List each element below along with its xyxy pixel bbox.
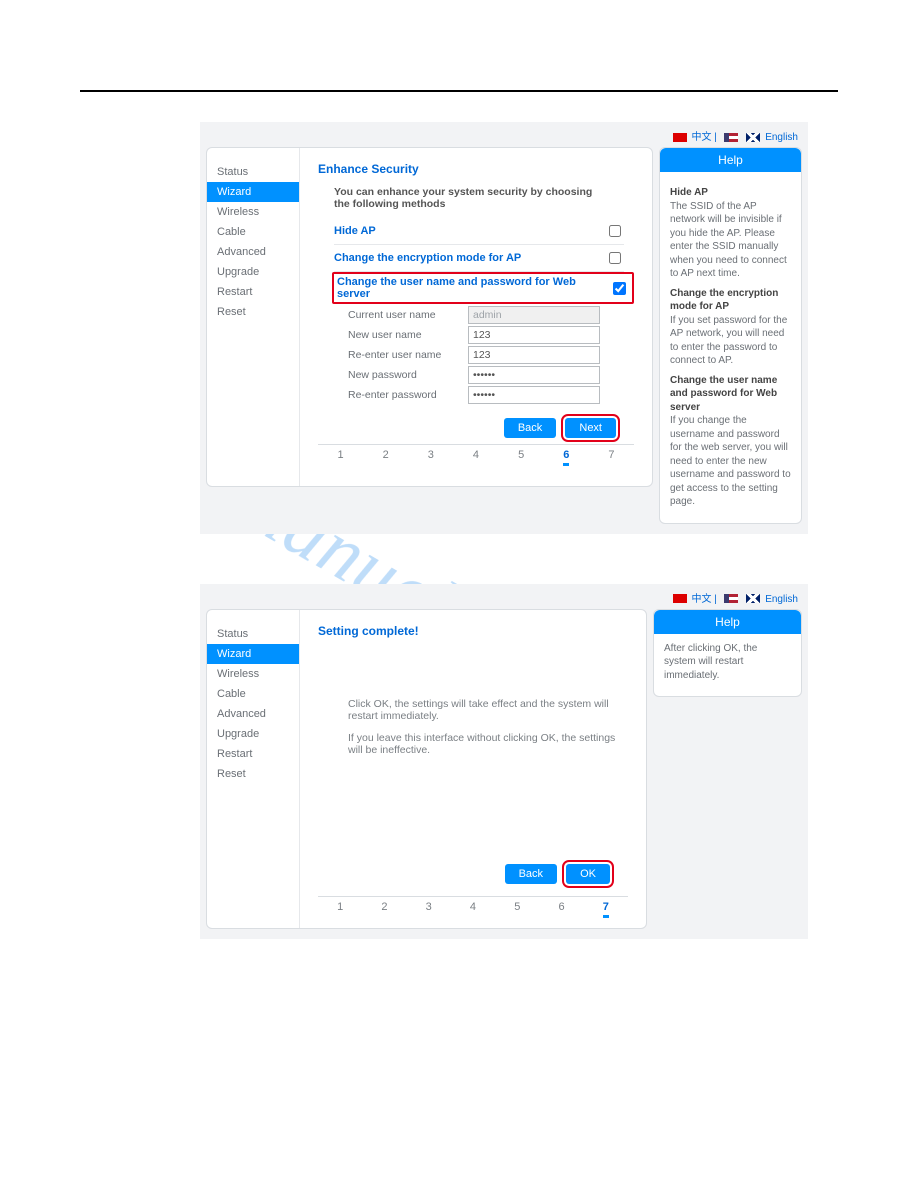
sidebar-item-cable[interactable]: Cable: [207, 684, 299, 704]
new-username-input[interactable]: [468, 326, 600, 344]
step-3[interactable]: 3: [428, 449, 434, 466]
reenter-username-input[interactable]: [468, 346, 600, 364]
flag-uk-icon: [746, 594, 760, 603]
step-7[interactable]: 7: [608, 449, 614, 466]
lang-sep: |: [714, 594, 719, 605]
sidebar-item-upgrade[interactable]: Upgrade: [207, 262, 299, 282]
section-webserver-credentials[interactable]: Change the user name and password for We…: [332, 272, 634, 304]
flag-us-icon: [724, 133, 738, 142]
screenshot-step7: 中文 | English Status Wizard Wireless Cabl…: [200, 584, 808, 939]
language-bar: 中文 | English: [206, 126, 802, 147]
current-username-label: Current user name: [348, 309, 468, 321]
sidebar-item-restart[interactable]: Restart: [207, 282, 299, 302]
step-4[interactable]: 4: [470, 901, 476, 918]
lang-cn-link[interactable]: 中文: [691, 594, 711, 605]
sidebar-item-cable[interactable]: Cable: [207, 222, 299, 242]
flag-us-icon: [724, 594, 738, 603]
step-4[interactable]: 4: [473, 449, 479, 466]
section-webserver-label: Change the user name and password for We…: [337, 276, 609, 300]
help-p3: If you change the username and password …: [670, 415, 791, 507]
step-3[interactable]: 3: [426, 901, 432, 918]
help-p1: After clicking OK, the system will resta…: [664, 643, 757, 681]
section-hide-ap[interactable]: Hide AP: [334, 218, 624, 245]
lang-sep: |: [714, 132, 719, 143]
help-header: Help: [654, 610, 801, 634]
hide-ap-checkbox[interactable]: [609, 225, 621, 237]
reenter-username-label: Re-enter user name: [348, 349, 468, 361]
section-encryption-label: Change the encryption mode for AP: [334, 252, 521, 264]
step-1[interactable]: 1: [338, 449, 344, 466]
complete-msg2: If you leave this interface without clic…: [348, 732, 628, 756]
lang-en-link[interactable]: English: [765, 132, 798, 143]
sidebar-item-wizard[interactable]: Wizard: [207, 644, 299, 664]
lang-en-link[interactable]: English: [765, 594, 798, 605]
step-2[interactable]: 2: [383, 449, 389, 466]
sidebar-item-status[interactable]: Status: [207, 162, 299, 182]
new-username-label: New user name: [348, 329, 468, 341]
help-h1: Hide AP: [670, 186, 791, 200]
step-1[interactable]: 1: [337, 901, 343, 918]
step-6[interactable]: 6: [563, 449, 569, 466]
step-5[interactable]: 5: [514, 901, 520, 918]
new-password-input[interactable]: [468, 366, 600, 384]
step-7[interactable]: 7: [603, 901, 609, 918]
sidebar-item-restart[interactable]: Restart: [207, 744, 299, 764]
sidebar-item-advanced[interactable]: Advanced: [207, 704, 299, 724]
help-h3: Change the user name and password for We…: [670, 374, 791, 415]
sidebar-item-wireless[interactable]: Wireless: [207, 664, 299, 684]
back-button[interactable]: Back: [504, 418, 556, 438]
sidebar-item-upgrade[interactable]: Upgrade: [207, 724, 299, 744]
reenter-password-input[interactable]: [468, 386, 600, 404]
flag-uk-icon: [746, 133, 760, 142]
sidebar-item-status[interactable]: Status: [207, 624, 299, 644]
intro-text: You can enhance your system security by …: [334, 186, 594, 210]
help-header: Help: [660, 148, 801, 172]
help-h2: Change the encryption mode for AP: [670, 287, 791, 314]
sidebar: Status Wizard Wireless Cable Advanced Up…: [207, 610, 300, 928]
new-password-label: New password: [348, 369, 468, 381]
flag-cn-icon: [673, 133, 687, 142]
sidebar-item-wireless[interactable]: Wireless: [207, 202, 299, 222]
step-2[interactable]: 2: [381, 901, 387, 918]
back-button[interactable]: Back: [505, 864, 557, 884]
section-hide-ap-label: Hide AP: [334, 225, 376, 237]
step-indicator: 1 2 3 4 5 6 7: [318, 444, 634, 466]
screenshot-step6: 中文 | English Status Wizard Wireless Cabl…: [200, 122, 808, 534]
lang-cn-link[interactable]: 中文: [691, 132, 711, 143]
sidebar-item-advanced[interactable]: Advanced: [207, 242, 299, 262]
reenter-password-label: Re-enter password: [348, 389, 468, 401]
complete-msg1: Click OK, the settings will take effect …: [348, 698, 628, 722]
next-button[interactable]: Next: [565, 418, 616, 438]
step-6[interactable]: 6: [558, 901, 564, 918]
step-5[interactable]: 5: [518, 449, 524, 466]
language-bar: 中文 | English: [206, 588, 802, 609]
ok-button[interactable]: OK: [566, 864, 610, 884]
sidebar-item-reset[interactable]: Reset: [207, 764, 299, 784]
help-p1: The SSID of the AP network will be invis…: [670, 201, 787, 280]
webserver-checkbox[interactable]: [613, 282, 626, 295]
sidebar: Status Wizard Wireless Cable Advanced Up…: [207, 148, 300, 486]
encryption-checkbox[interactable]: [609, 252, 621, 264]
help-p2: If you set password for the AP network, …: [670, 315, 787, 367]
current-username-input: [468, 306, 600, 324]
sidebar-item-reset[interactable]: Reset: [207, 302, 299, 322]
sidebar-item-wizard[interactable]: Wizard: [207, 182, 299, 202]
flag-cn-icon: [673, 594, 687, 603]
page-title: Enhance Security: [318, 162, 634, 176]
page-title: Setting complete!: [318, 624, 628, 638]
step-indicator: 1 2 3 4 5 6 7: [318, 896, 628, 918]
page-rule: [80, 90, 838, 92]
section-encryption[interactable]: Change the encryption mode for AP: [334, 245, 624, 272]
